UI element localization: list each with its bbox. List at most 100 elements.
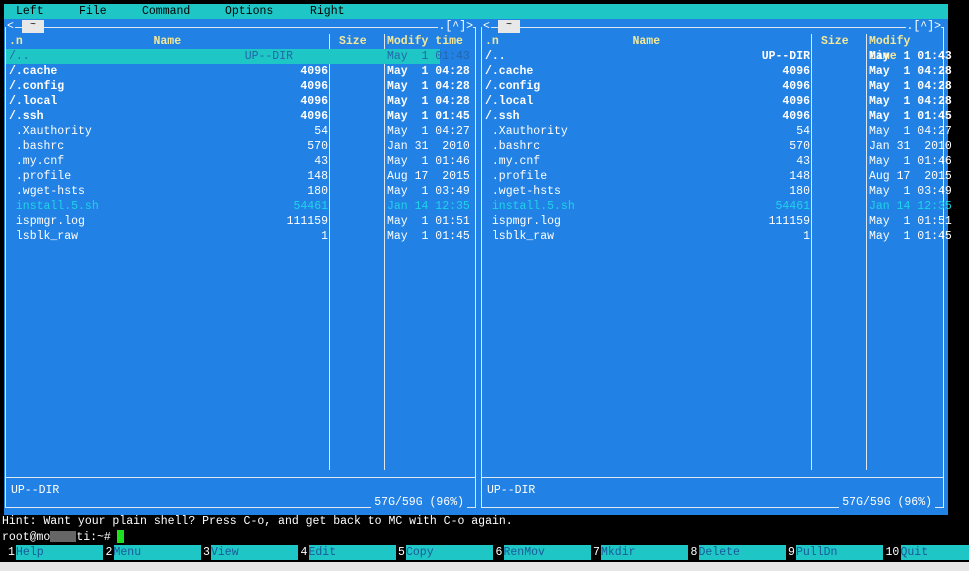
fkey-label: View	[211, 545, 298, 560]
file-row[interactable]: /.config 4096 May 1 04:28	[482, 79, 952, 94]
menu-file[interactable]: File	[79, 4, 107, 19]
fkey-view-button[interactable]: 3 View	[203, 545, 298, 560]
file-name: /..	[9, 50, 30, 63]
file-date: May 1 04:28	[387, 80, 470, 93]
file-row[interactable]: .Xauthority 54 May 1 04:27	[482, 124, 952, 139]
fkey-label: Edit	[308, 545, 396, 560]
file-date: May 1 01:46	[869, 155, 952, 168]
file-row[interactable]: .Xauthority 54 May 1 04:27	[6, 124, 475, 139]
right-panel[interactable]: < ~ .[^]> .n Name Size Modify time /.. UP--DIR Ma…	[481, 19, 952, 510]
file-row[interactable]: .profile 148 Aug 17 2015	[6, 169, 475, 184]
file-date: May 1 04:28	[869, 95, 952, 108]
fkey-pulldn-button[interactable]: 9 PullDn	[788, 545, 883, 560]
menu-left[interactable]: Left	[16, 4, 44, 19]
file-row[interactable]: /.cache 4096 May 1 04:28	[482, 64, 952, 79]
file-size: 54	[314, 125, 328, 138]
file-name: .wget-hsts	[485, 185, 561, 198]
file-row[interactable]: /.cache 4096 May 1 04:28	[6, 64, 475, 79]
file-name: .profile	[9, 170, 72, 183]
cursor	[116, 530, 124, 544]
file-size: 4096	[782, 65, 810, 78]
fkey-number: 5	[398, 546, 405, 559]
header-name[interactable]: Name	[633, 34, 661, 49]
file-name: ispmgr.log	[9, 215, 85, 228]
file-row[interactable]: /.. UP--DIR May 1 01:43	[6, 49, 470, 64]
file-size: UP--DIR	[244, 50, 293, 63]
fkey-delete-button[interactable]: 8 Delete	[691, 545, 786, 560]
panel-left-arrow[interactable]: <	[482, 19, 491, 34]
file-size: 43	[796, 155, 810, 168]
fkey-number: 4	[300, 546, 308, 559]
file-row[interactable]: .bashrc 570 Jan 31 2010	[6, 139, 475, 154]
file-name: install.5.sh	[485, 200, 575, 213]
menu-command[interactable]: Command	[142, 4, 190, 19]
file-row[interactable]: .my.cnf 43 May 1 01:46	[482, 154, 952, 169]
file-date: May 1 04:28	[387, 65, 470, 78]
file-date: May 1 01:46	[387, 155, 470, 168]
file-row[interactable]: ispmgr.log 111159 May 1 01:51	[482, 214, 952, 229]
file-date: May 1 03:49	[387, 185, 470, 198]
panel-left-arrow[interactable]: <	[6, 19, 15, 34]
file-date: May 1 01:51	[387, 215, 470, 228]
panel-path-tab[interactable]: ~	[498, 20, 520, 33]
panel-options-corner[interactable]: .[^]>	[438, 19, 473, 34]
panel-status: UP--DIR	[487, 484, 536, 497]
fkey-mkdir-button[interactable]: 7 Mkdir	[593, 545, 688, 560]
file-date: Aug 17 2015	[869, 170, 952, 183]
file-date: May 1 04:28	[387, 95, 470, 108]
file-row[interactable]: .my.cnf 43 May 1 01:46	[6, 154, 475, 169]
fkey-quit-button[interactable]: 10 Quit	[886, 545, 969, 560]
file-row[interactable]: /.local 4096 May 1 04:28	[482, 94, 952, 109]
file-row[interactable]: /.local 4096 May 1 04:28	[6, 94, 475, 109]
file-date: May 1 01:45	[387, 230, 470, 243]
file-row[interactable]: .bashrc 570 Jan 31 2010	[482, 139, 952, 154]
fkey-number: 10	[885, 546, 900, 559]
file-name: .my.cnf	[485, 155, 541, 168]
file-row[interactable]: /.. UP--DIR May 1 01:43	[482, 49, 952, 64]
header-size[interactable]: Size	[339, 34, 367, 49]
file-row[interactable]: install.5.sh 54461 Jan 14 12:35	[482, 199, 952, 214]
sort-indicator[interactable]: .n	[9, 34, 23, 49]
file-row[interactable]: /.config 4096 May 1 04:28	[6, 79, 475, 94]
file-row[interactable]: /.ssh 4096 May 1 01:45	[6, 109, 475, 124]
fkey-copy-button[interactable]: 5 Copy	[398, 545, 493, 560]
file-row[interactable]: /.ssh 4096 May 1 01:45	[482, 109, 952, 124]
fkey-edit-button[interactable]: 4 Edit	[301, 545, 396, 560]
file-name: .my.cnf	[9, 155, 65, 168]
file-date: May 1 01:51	[869, 215, 952, 228]
menu-right[interactable]: Right	[310, 4, 345, 19]
header-size[interactable]: Size	[821, 34, 849, 49]
file-name: .bashrc	[9, 140, 65, 153]
shell-prompt[interactable]: root@mo ti:~#	[2, 530, 124, 545]
file-date: May 1 04:27	[387, 125, 470, 138]
panel-options-corner[interactable]: .[^]>	[906, 19, 941, 34]
file-row[interactable]: install.5.sh 54461 Jan 14 12:35	[6, 199, 475, 214]
file-row[interactable]: .profile 148 Aug 17 2015	[482, 169, 952, 184]
fkey-menu-button[interactable]: 2 Menu	[106, 545, 201, 560]
sort-indicator[interactable]: .n	[485, 34, 499, 49]
fkey-label: RenMov	[503, 545, 591, 560]
file-row[interactable]: lsblk_raw 1 May 1 01:45	[6, 229, 475, 244]
file-row[interactable]: .wget-hsts 180 May 1 03:49	[6, 184, 475, 199]
file-date: May 1 01:43	[387, 50, 470, 63]
fkey-number: 8	[690, 546, 698, 559]
file-size: 1	[803, 230, 810, 243]
header-modify-time[interactable]: Modify time	[869, 34, 943, 63]
file-row[interactable]: lsblk_raw 1 May 1 01:45	[482, 229, 952, 244]
left-panel[interactable]: < ~ .[^]> .n Name Size Modify time /.. UP--DIR Ma…	[5, 19, 476, 510]
file-size: 148	[789, 170, 810, 183]
file-size: 4096	[300, 95, 328, 108]
file-name: /.config	[9, 80, 65, 93]
menu-options[interactable]: Options	[225, 4, 273, 19]
file-size: 4096	[782, 80, 810, 93]
file-date: May 1 03:49	[869, 185, 952, 198]
disk-free: 57G/59G (96%)	[371, 495, 467, 510]
fkey-help-button[interactable]: 1 Help	[8, 545, 103, 560]
header-name[interactable]: Name	[154, 34, 182, 49]
file-name: .Xauthority	[485, 125, 568, 138]
header-modify-time[interactable]: Modify time	[387, 34, 463, 49]
file-row[interactable]: ispmgr.log 111159 May 1 01:51	[6, 214, 475, 229]
file-row[interactable]: .wget-hsts 180 May 1 03:49	[482, 184, 952, 199]
panel-path-tab[interactable]: ~	[22, 20, 44, 33]
fkey-renmov-button[interactable]: 6 RenMov	[496, 545, 591, 560]
